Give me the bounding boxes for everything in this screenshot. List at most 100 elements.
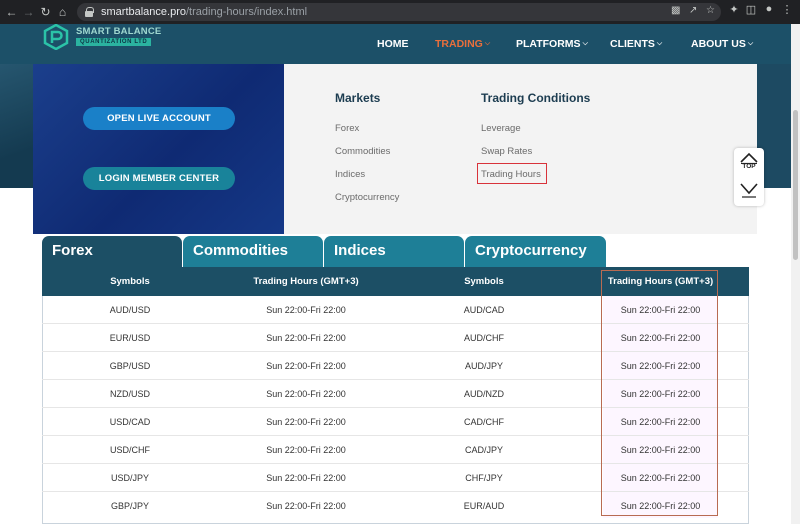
table-row: NZD/USD Sun 22:00-Fri 22:00 AUD/NZD Sun … (42, 380, 749, 408)
scrollbar-thumb[interactable] (793, 110, 798, 260)
markets-heading: Markets (335, 91, 381, 105)
cell-hours: Sun 22:00-Fri 22:00 (266, 445, 346, 455)
extensions-icon[interactable]: ✦ (726, 3, 742, 16)
table-row: USD/JPY Sun 22:00-Fri 22:00 CHF/JPY Sun … (42, 464, 749, 492)
cell-symbol: NZD/USD (110, 389, 150, 399)
star-icon[interactable]: ☆ (706, 5, 715, 16)
nav-clients[interactable]: CLIENTS ⌵ (610, 24, 662, 64)
menu-icon[interactable]: ⋮ (779, 3, 795, 16)
reload-icon[interactable]: ↻ (37, 2, 54, 22)
dropdown-promo-panel: OPEN LIVE ACCOUNT LOGIN MEMBER CENTER (33, 64, 284, 234)
scroll-down-button[interactable] (739, 182, 759, 198)
cell-hours: Sun 22:00-Fri 22:00 (266, 305, 346, 315)
cell-hours: Sun 22:00-Fri 22:00 (620, 473, 701, 483)
chevron-down-icon: ⌵ (656, 40, 663, 47)
nav-label: HOME (377, 38, 409, 50)
tab-commodities[interactable]: Commodities (183, 236, 323, 268)
nav-platforms[interactable]: PLATFORMS ⌵ (516, 24, 588, 64)
highlight-box (477, 163, 547, 184)
logo-mark-icon (43, 24, 69, 50)
cell-symbol: EUR/USD (109, 333, 151, 343)
cell-hours: Sun 22:00-Fri 22:00 (266, 473, 346, 483)
forward-arrow-icon[interactable]: → (20, 2, 37, 22)
table-row: GBP/JPY Sun 22:00-Fri 22:00 EUR/AUD Sun … (42, 492, 749, 520)
cell-hours: Sun 22:00-Fri 22:00 (620, 501, 701, 511)
login-member-center-button[interactable]: LOGIN MEMBER CENTER (83, 167, 235, 190)
cell-hours: Sun 22:00-Fri 22:00 (620, 389, 701, 399)
url-host: smartbalance.pro (101, 6, 186, 18)
chevron-down-icon: ⌵ (582, 40, 588, 47)
cell-symbol: EUR/AUD (463, 501, 505, 511)
menu-item-cryptocurrency[interactable]: Cryptocurrency (335, 192, 399, 203)
menu-item-indices[interactable]: Indices (335, 169, 365, 180)
cell-symbol: AUD/JPY (464, 361, 503, 371)
cell-symbol: USD/CHF (110, 445, 150, 455)
cell-hours: Sun 22:00-Fri 22:00 (620, 305, 701, 315)
table-row: AUD/USD Sun 22:00-Fri 22:00 AUD/CAD Sun … (42, 296, 749, 324)
cell-hours: Sun 22:00-Fri 22:00 (266, 361, 346, 371)
cell-symbol: GBP/USD (109, 361, 151, 371)
cell-symbol: AUD/CAD (463, 305, 505, 315)
home-icon[interactable]: ⌂ (54, 2, 71, 22)
tab-forex[interactable]: Forex (42, 236, 182, 268)
logo-subtitle: QUANTIZATION LTD (76, 38, 152, 46)
header-trading-hours: Trading Hours (GMT+3) (253, 276, 359, 287)
cell-hours: Sun 22:00-Fri 22:00 (266, 501, 346, 511)
logo-name: SMART BALANCE (76, 26, 162, 37)
cell-symbol: CHF/JPY (465, 473, 503, 483)
cell-hours: Sun 22:00-Fri 22:00 (620, 417, 701, 427)
translate-icon[interactable]: ▩ (671, 5, 680, 16)
scrollbar-track[interactable] (791, 24, 800, 524)
sidebar-icon[interactable]: ◫ (743, 3, 759, 16)
table-row: GBP/USD Sun 22:00-Fri 22:00 AUD/JPY Sun … (42, 352, 749, 380)
open-live-account-button[interactable]: OPEN LIVE ACCOUNT (83, 107, 235, 130)
profile-icon[interactable]: ● (761, 3, 777, 15)
logo[interactable]: SMART BALANCE QUANTIZATION LTD (43, 24, 161, 56)
table-row: EUR/USD Sun 22:00-Fri 22:00 AUD/CHF Sun … (42, 324, 749, 352)
top-label: TOP (742, 163, 756, 170)
cell-hours: Sun 22:00-Fri 22:00 (266, 333, 346, 343)
cell-symbol: USD/CAD (109, 417, 151, 427)
table-row: USD/CHF Sun 22:00-Fri 22:00 CAD/JPY Sun … (42, 436, 749, 464)
cell-hours: Sun 22:00-Fri 22:00 (620, 361, 701, 371)
cell-symbol: AUD/CHF (464, 333, 504, 343)
cell-hours: Sun 22:00-Fri 22:00 (620, 333, 701, 343)
table-row: USD/CAD Sun 22:00-Fri 22:00 CAD/CHF Sun … (42, 408, 749, 436)
share-icon[interactable]: ↗ (689, 5, 697, 16)
nav-label: ABOUT US (691, 38, 746, 50)
header-trading-hours: Trading Hours (GMT+3) (607, 276, 714, 287)
scroll-widget: TOP (734, 148, 764, 206)
menu-item-forex[interactable]: Forex (335, 123, 359, 134)
tab-cryptocurrency[interactable]: Cryptocurrency (465, 236, 606, 268)
nav-label: PLATFORMS (516, 38, 581, 50)
nav-about-us[interactable]: ABOUT US ⌵ (691, 24, 753, 64)
chevron-down-icon: ⌵ (484, 40, 491, 47)
lock-icon (85, 7, 94, 17)
chevron-down-icon: ⌵ (747, 40, 754, 47)
back-arrow-icon[interactable]: ← (3, 2, 20, 22)
nav-trading[interactable]: TRADING ⌵ (435, 24, 490, 64)
nav-home[interactable]: HOME (377, 24, 409, 64)
url-path: /trading-hours/index.html (186, 6, 308, 18)
cell-symbol: AUD/USD (109, 305, 151, 315)
cell-hours: Sun 22:00-Fri 22:00 (620, 445, 701, 455)
table-header: Symbols Trading Hours (GMT+3) Symbols Tr… (42, 267, 749, 296)
address-bar[interactable]: smartbalance.pro/trading-hours/index.htm… (77, 3, 721, 21)
cell-symbol: GBP/JPY (110, 501, 149, 511)
cell-symbol: AUD/NZD (464, 389, 504, 399)
cell-symbol: USD/JPY (110, 473, 149, 483)
header-symbols: Symbols (464, 276, 504, 287)
menu-item-swap-rates[interactable]: Swap Rates (481, 146, 532, 157)
browser-toolbar: ← → ↻ ⌂ smartbalance.pro/trading-hours/i… (0, 0, 800, 24)
cell-hours: Sun 22:00-Fri 22:00 (266, 417, 346, 427)
cell-symbol: CAD/CHF (464, 417, 504, 427)
nav-label: CLIENTS (610, 38, 655, 50)
trading-conditions-heading: Trading Conditions (481, 91, 591, 105)
cell-hours: Sun 22:00-Fri 22:00 (266, 389, 346, 399)
menu-item-commodities[interactable]: Commodities (335, 146, 390, 157)
menu-item-leverage[interactable]: Leverage (481, 123, 521, 134)
nav-label: TRADING (435, 38, 483, 50)
tab-indices[interactable]: Indices (324, 236, 464, 268)
cell-symbol: CAD/JPY (464, 445, 503, 455)
header-symbols: Symbols (110, 276, 150, 287)
